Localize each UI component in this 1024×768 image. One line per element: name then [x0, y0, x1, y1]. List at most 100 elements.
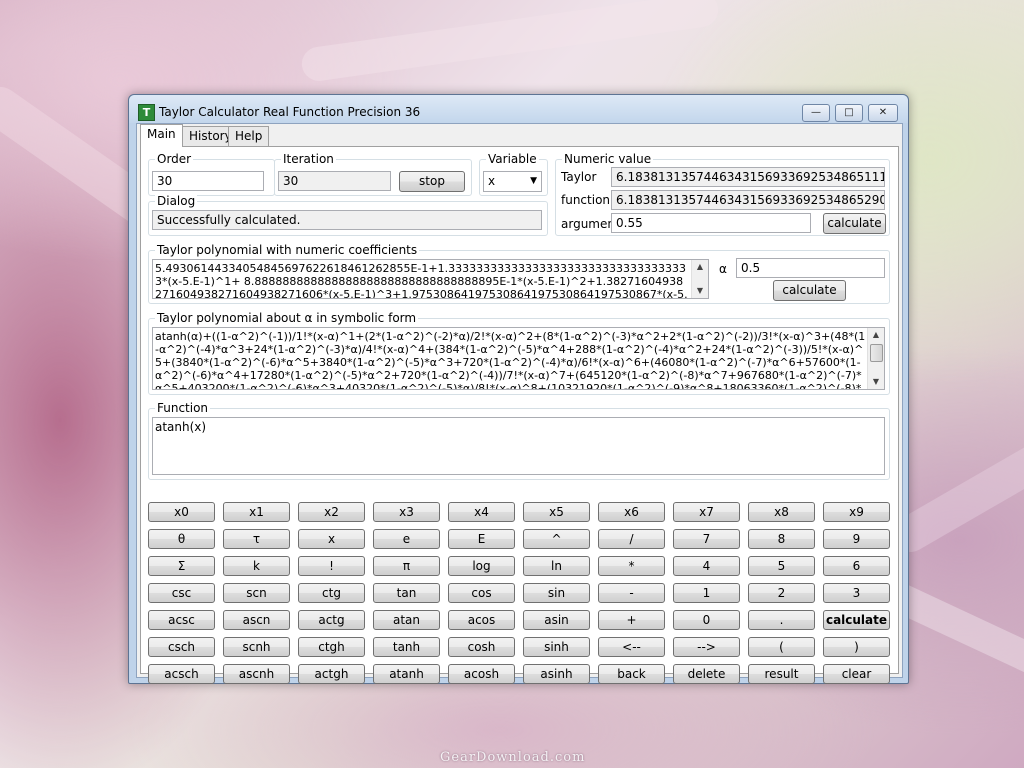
key-button[interactable]: )	[823, 637, 890, 657]
scroll-down-icon[interactable]: ▼	[692, 284, 708, 298]
key-button[interactable]: csc	[148, 583, 215, 603]
dialog-message: Successfully calculated.	[152, 210, 542, 230]
key-button[interactable]: x0	[148, 502, 215, 522]
key-button[interactable]: x2	[298, 502, 365, 522]
key-button[interactable]: x9	[823, 502, 890, 522]
key-button[interactable]: clear	[823, 664, 890, 684]
taylor-numeric-text[interactable]: 5.49306144334054845697622618461262855E-1…	[152, 259, 709, 299]
taylor-symbolic-scrollbar[interactable]: ▲ ▼	[867, 328, 884, 389]
key-button[interactable]: -->	[673, 637, 740, 657]
key-button[interactable]: tan	[373, 583, 440, 603]
key-button[interactable]: ascn	[223, 610, 290, 630]
close-button[interactable]: ✕	[868, 104, 898, 122]
scroll-thumb[interactable]	[870, 344, 883, 362]
key-button[interactable]: calculate	[823, 610, 890, 630]
key-button[interactable]: k	[223, 556, 290, 576]
key-button[interactable]: log	[448, 556, 515, 576]
key-button[interactable]: ctg	[298, 583, 365, 603]
key-button[interactable]: 8	[748, 529, 815, 549]
function-input-text: atanh(x)	[155, 420, 207, 434]
key-button[interactable]: x7	[673, 502, 740, 522]
calculate-numeric-button[interactable]: calculate	[823, 213, 886, 234]
scroll-up-icon[interactable]: ▲	[868, 328, 884, 342]
scroll-up-icon[interactable]: ▲	[692, 260, 708, 274]
key-button[interactable]: asinh	[523, 664, 590, 684]
function-value-label: function	[561, 193, 611, 207]
scroll-down-icon[interactable]: ▼	[868, 375, 884, 389]
function-input[interactable]: atanh(x)	[152, 417, 885, 475]
title-bar[interactable]: T Taylor Calculator Real Function Precis…	[129, 95, 908, 123]
calculate-polynomial-button[interactable]: calculate	[773, 280, 846, 301]
key-button[interactable]: csch	[148, 637, 215, 657]
key-button[interactable]: .	[748, 610, 815, 630]
key-button[interactable]: asin	[523, 610, 590, 630]
stop-button[interactable]: stop	[399, 171, 465, 192]
taylor-numeric-scrollbar[interactable]: ▲ ▼	[691, 260, 708, 298]
key-button[interactable]: π	[373, 556, 440, 576]
taylor-numeric-group: Taylor polynomial with numeric coefficie…	[148, 243, 890, 304]
alpha-input[interactable]: 0.5	[736, 258, 885, 278]
key-button[interactable]: back	[598, 664, 665, 684]
key-button[interactable]: 6	[823, 556, 890, 576]
key-button[interactable]: scn	[223, 583, 290, 603]
variable-selected-value: x	[488, 174, 496, 188]
key-button[interactable]: (	[748, 637, 815, 657]
key-button[interactable]: *	[598, 556, 665, 576]
key-button[interactable]: 1	[673, 583, 740, 603]
key-button[interactable]: ln	[523, 556, 590, 576]
key-button[interactable]: acsc	[148, 610, 215, 630]
key-button[interactable]: /	[598, 529, 665, 549]
key-button[interactable]: acos	[448, 610, 515, 630]
key-button[interactable]: cosh	[448, 637, 515, 657]
tab-help[interactable]: Help	[228, 126, 270, 146]
key-button[interactable]: θ	[148, 529, 215, 549]
variable-select[interactable]: x ▼	[483, 171, 542, 192]
key-button[interactable]: ascnh	[223, 664, 290, 684]
key-button[interactable]: x	[298, 529, 365, 549]
key-button[interactable]: 0	[673, 610, 740, 630]
tab-main[interactable]: Main	[140, 124, 183, 147]
key-button[interactable]: +	[598, 610, 665, 630]
taylor-symbolic-text[interactable]: atanh(α)+((1-α^2)^(-1))/1!*(x-α)^1+(2*(1…	[152, 327, 885, 390]
key-button[interactable]: 2	[748, 583, 815, 603]
key-button[interactable]: delete	[673, 664, 740, 684]
window-title: Taylor Calculator Real Function Precisio…	[159, 105, 421, 119]
key-button[interactable]: E	[448, 529, 515, 549]
key-button[interactable]: x3	[373, 502, 440, 522]
variable-label: Variable	[486, 152, 539, 166]
order-input[interactable]: 30	[152, 171, 264, 191]
key-button[interactable]: 5	[748, 556, 815, 576]
key-button[interactable]: Σ	[148, 556, 215, 576]
key-button[interactable]: 4	[673, 556, 740, 576]
maximize-button[interactable]: □	[835, 104, 863, 122]
key-button[interactable]: x8	[748, 502, 815, 522]
key-button[interactable]: atanh	[373, 664, 440, 684]
key-button[interactable]: x4	[448, 502, 515, 522]
key-button[interactable]: cos	[448, 583, 515, 603]
key-button[interactable]: x5	[523, 502, 590, 522]
key-button[interactable]: acsch	[148, 664, 215, 684]
key-button[interactable]: e	[373, 529, 440, 549]
key-button[interactable]: ^	[523, 529, 590, 549]
key-button[interactable]: acosh	[448, 664, 515, 684]
key-button[interactable]: x6	[598, 502, 665, 522]
key-button[interactable]: τ	[223, 529, 290, 549]
key-button[interactable]: tanh	[373, 637, 440, 657]
key-button[interactable]: !	[298, 556, 365, 576]
key-button[interactable]: 3	[823, 583, 890, 603]
key-button[interactable]: atan	[373, 610, 440, 630]
key-button[interactable]: x1	[223, 502, 290, 522]
key-button[interactable]: actgh	[298, 664, 365, 684]
key-button[interactable]: <--	[598, 637, 665, 657]
key-button[interactable]: sinh	[523, 637, 590, 657]
key-button[interactable]: scnh	[223, 637, 290, 657]
key-button[interactable]: sin	[523, 583, 590, 603]
key-button[interactable]: -	[598, 583, 665, 603]
key-button[interactable]: result	[748, 664, 815, 684]
key-button[interactable]: actg	[298, 610, 365, 630]
key-button[interactable]: ctgh	[298, 637, 365, 657]
key-button[interactable]: 7	[673, 529, 740, 549]
argument-input[interactable]: 0.55	[611, 213, 811, 233]
minimize-button[interactable]: —	[802, 104, 830, 122]
key-button[interactable]: 9	[823, 529, 890, 549]
